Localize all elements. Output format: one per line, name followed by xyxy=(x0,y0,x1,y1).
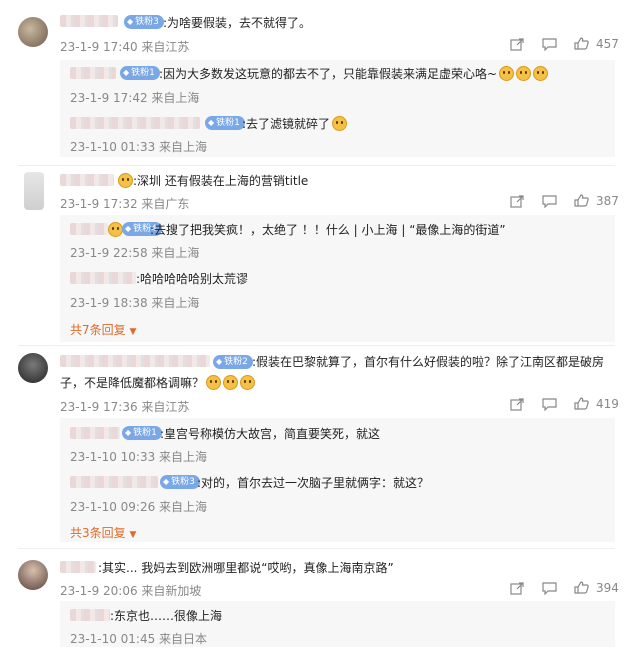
share-icon[interactable] xyxy=(510,38,525,51)
like-icon[interactable] xyxy=(574,37,589,50)
reply-text: :去了滤镜就碎了 xyxy=(242,115,348,132)
username[interactable] xyxy=(70,117,200,129)
like-count: 419 xyxy=(596,397,619,411)
like-icon[interactable] xyxy=(574,397,589,410)
reply-meta: 23-1-10 01:45 来自日本 xyxy=(70,632,208,646)
reply-text: :皇宫号称模仿大故宫，简直要笑死，就这 xyxy=(160,427,381,441)
like-count: 387 xyxy=(596,194,619,208)
comment-text-cont: 子，不是降低魔都格调嘛？ xyxy=(60,374,256,391)
username[interactable] xyxy=(70,427,120,439)
username[interactable] xyxy=(70,223,108,235)
fan-badge: 铁粉1 xyxy=(122,426,162,440)
crown-icon xyxy=(108,222,123,237)
username[interactable] xyxy=(70,67,116,79)
reply-meta: 23-1-10 10:33 来自上海 xyxy=(70,450,208,464)
comment-text: :为啥要假装，去不就得了。 xyxy=(163,16,312,30)
crown-icon xyxy=(118,173,133,188)
emoji-icon xyxy=(240,375,256,390)
reply-meta: 23-1-10 09:26 来自上海 xyxy=(70,500,208,514)
fan-badge: 铁粉3 xyxy=(124,15,164,29)
like-count: 457 xyxy=(596,37,619,51)
share-icon[interactable] xyxy=(510,582,525,595)
chevron-down-icon: ▼ xyxy=(129,530,137,540)
username[interactable] xyxy=(70,476,158,488)
share-icon[interactable] xyxy=(510,398,525,411)
comment-meta: 23-1-9 17:32 来自广东 xyxy=(60,197,190,211)
comment-text: :假装在巴黎就算了，首尔有什么好假装的啦？除了江南区都是破房 xyxy=(252,355,605,369)
comment-meta: 23-1-9 17:40 来自江苏 xyxy=(60,40,190,54)
chevron-down-icon: ▼ xyxy=(129,327,137,337)
fan-badge: 铁粉1 xyxy=(205,116,245,130)
like-icon[interactable] xyxy=(574,581,589,594)
comment-text: :深圳 还有假装在上海的营销title xyxy=(133,174,309,188)
username[interactable] xyxy=(60,355,210,367)
fan-badge: 铁粉2 xyxy=(213,355,253,369)
reply-meta: 23-1-9 18:38 来自上海 xyxy=(70,296,200,310)
fan-badge: 铁粉3 xyxy=(160,475,200,489)
comment-icon[interactable] xyxy=(542,38,557,51)
comment-icon[interactable] xyxy=(542,582,557,595)
reply-text: :东京也……很像上海 xyxy=(110,609,223,623)
reply-text: :哈哈哈哈哈别太荒谬 xyxy=(136,272,249,286)
reply-text: :对的，首尔去过一次脑子里就俩字：就这？ xyxy=(197,476,430,490)
username[interactable] xyxy=(60,174,114,186)
reply-meta: 23-1-10 01:33 来自上海 xyxy=(70,140,208,154)
more-replies-link[interactable]: 共7条回复 ▼ xyxy=(70,321,136,338)
comment-icon[interactable] xyxy=(542,398,557,411)
avatar[interactable] xyxy=(18,353,48,383)
comment-meta: 23-1-9 20:06 来自新加坡 xyxy=(60,584,202,598)
more-replies-link[interactable]: 共3条回复 ▼ xyxy=(70,524,136,541)
like-count: 394 xyxy=(596,581,619,595)
reply-meta: 23-1-9 22:58 来自上海 xyxy=(70,246,200,260)
username[interactable] xyxy=(70,609,110,621)
emoji-icon xyxy=(533,66,549,81)
comment-meta: 23-1-9 17:36 来自江苏 xyxy=(60,400,190,414)
emoji-icon xyxy=(499,66,515,81)
avatar[interactable] xyxy=(18,560,48,590)
avatar[interactable] xyxy=(18,17,48,47)
username[interactable] xyxy=(60,15,118,27)
reply-text: :因为大多数发这玩意的都去不了，只能靠假装来满足虚荣心咯~ xyxy=(159,65,549,82)
share-icon[interactable] xyxy=(510,195,525,208)
comment-text: :其实... 我妈去到欧洲哪里都说“哎哟，真像上海南京路” xyxy=(98,561,394,575)
emoji-icon xyxy=(332,116,348,131)
emoji-icon xyxy=(516,66,532,81)
divider xyxy=(18,165,615,166)
fan-badge: 铁粉1 xyxy=(120,66,160,80)
username[interactable] xyxy=(70,272,136,284)
avatar[interactable] xyxy=(24,172,44,210)
emoji-icon xyxy=(223,375,239,390)
reply-meta: 23-1-9 17:42 来自上海 xyxy=(70,91,200,105)
comment-icon[interactable] xyxy=(542,195,557,208)
divider xyxy=(18,548,615,549)
like-icon[interactable] xyxy=(574,194,589,207)
username[interactable] xyxy=(60,561,96,573)
reply-text: :去搜了把我笑疯！，太绝了 ！！什么 | 小上海 | “最像上海的街道” xyxy=(150,223,506,237)
emoji-icon xyxy=(206,375,222,390)
divider xyxy=(18,345,615,346)
